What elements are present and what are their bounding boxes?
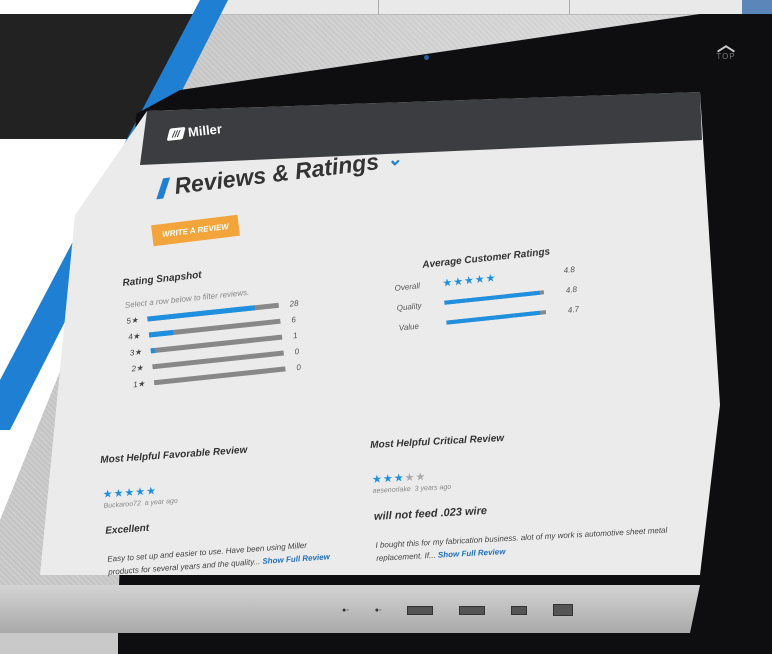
rating-row-count: 0 [294,346,300,356]
rating-row-count: 6 [290,314,297,325]
logo-mark-icon: /// [166,126,186,141]
overall-value: 4.8 [563,264,576,275]
review-age: a year ago [144,497,178,507]
quality-label: Quality [396,300,422,313]
camera-icon [424,55,429,60]
quality-value: 4.8 [565,284,578,295]
quality-bar-fill [444,290,541,305]
rating-bar-fill [150,347,155,353]
back-to-top-button[interactable]: ︿ TOP [706,35,746,61]
rating-bar-fill [153,379,155,385]
review-author: aesenorlake [372,485,411,495]
stars-filled: ★★★ [371,472,405,486]
favorable-review: Most Helpful Favorable Review ★★★★★ Buck… [100,439,338,579]
critical-review: Most Helpful Critical Review ★★★★★ aesen… [370,424,676,565]
rating-row-label: 2★ [131,362,144,373]
stars-filled: ★★★★★ [102,485,158,501]
hdmi-port-icon [511,605,528,615]
review-age: 3 years ago [414,483,452,493]
rating-row-label: 5★ [126,315,139,326]
chevron-up-icon: ︿ [717,35,735,55]
critical-review-title: will not feed .023 wire [373,504,488,523]
tablet-ports: ●◦ ●◦ [342,604,574,616]
top-strip-accent [742,0,772,14]
audio-jack-icon: ●◦ [342,606,349,614]
audio-jack-icon: ●◦ [374,606,382,614]
rating-bar-fill [148,329,173,337]
favorable-review-title: Excellent [104,522,150,537]
overall-stars: ★★★★★ [441,271,498,290]
rating-row-count: 28 [289,298,299,309]
stars-empty: ★★ [404,471,427,485]
show-full-review-link[interactable]: Show Full Review [438,547,506,560]
rating-snapshot: Rating Snapshot Select a row below to fi… [122,257,333,389]
quality-bar [444,290,545,305]
usb-port-icon [459,605,486,615]
rating-row-count: 0 [295,362,302,372]
top-label: TOP [716,52,736,61]
chevron-down-icon[interactable]: ⌄ [385,148,403,171]
rating-bar-fill [147,304,256,322]
rating-row-label: 1★ [132,378,146,389]
review-author: Buckaroo72 [103,500,142,510]
rating-row-label: 3★ [129,346,142,358]
rating-row-label: 4★ [127,330,141,342]
top-strip-cell [379,0,570,14]
overall-label: Overall [394,280,421,293]
rating-row-count: 1 [292,330,298,340]
show-full-review-link[interactable]: Show Full Review [262,552,330,566]
value-value: 4.7 [567,304,580,315]
ethernet-port-icon [553,604,574,616]
rating-bar-fill [152,363,153,369]
usb-port-icon [407,605,434,615]
